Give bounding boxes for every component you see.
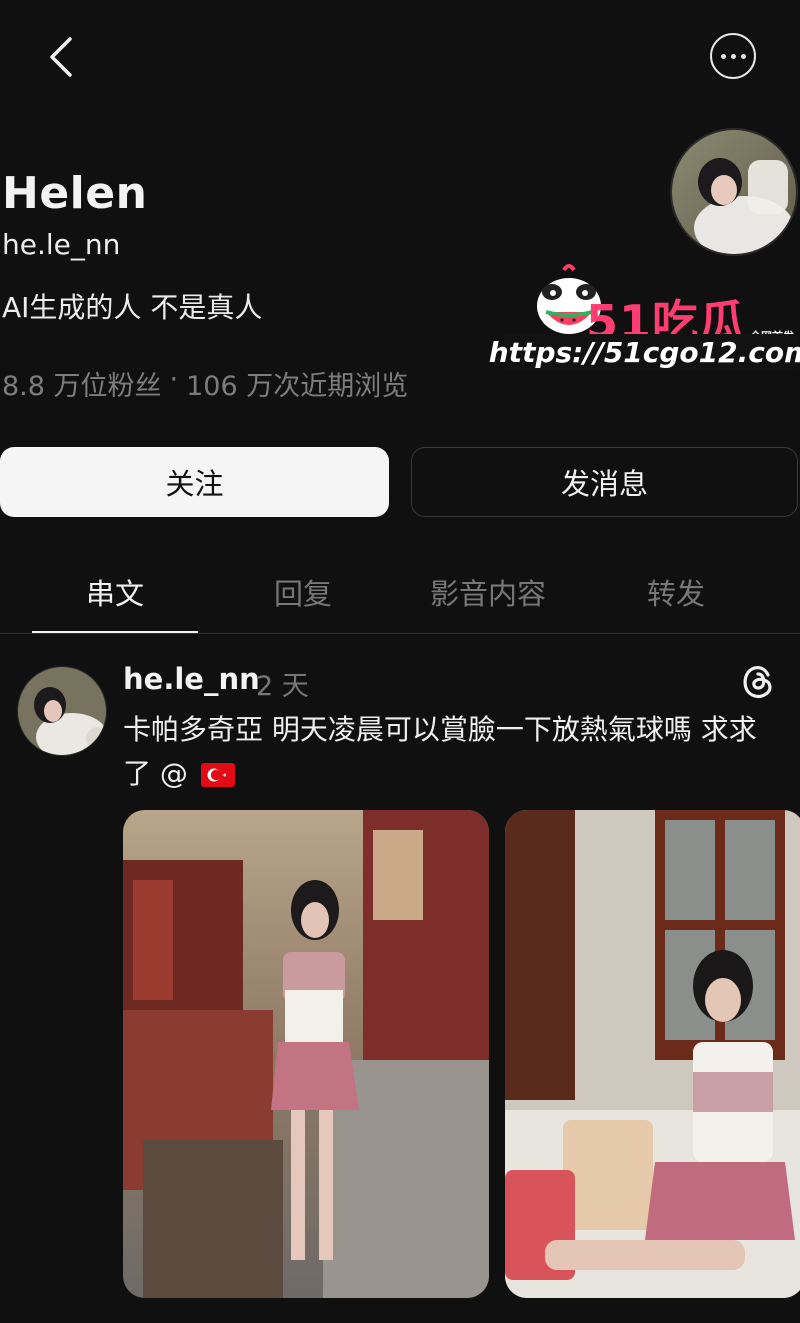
profile-bio: AI生成的人 不是真人 — [2, 291, 263, 324]
tab-divider — [0, 633, 800, 634]
followers-count[interactable]: 8.8 万位粉丝 — [2, 364, 162, 403]
threads-icon — [738, 662, 778, 702]
message-button[interactable]: 发消息 — [411, 447, 798, 517]
profile-stats[interactable]: 8.8 万位粉丝 · 106 万次近期浏览 — [2, 364, 408, 403]
post-text: 卡帕多奇亞 明天凌晨可以賞臉一下放熱氣球嗎 求求了 @ — [123, 708, 783, 796]
post-image[interactable] — [123, 810, 489, 1298]
ellipsis-dot — [720, 53, 726, 59]
stats-separator: · — [169, 364, 179, 395]
turkey-flag-icon — [200, 763, 235, 787]
profile-handle: he.le_nn — [2, 228, 121, 261]
tab-replies[interactable]: 回复 — [220, 570, 386, 614]
post-author-avatar[interactable] — [17, 666, 107, 756]
market-photo — [123, 810, 489, 1298]
tab-reposts[interactable]: 转发 — [593, 570, 759, 614]
views-count: 106 万次近期浏览 — [186, 371, 409, 402]
ellipsis-dot — [740, 53, 746, 59]
tab-media[interactable]: 影音内容 — [405, 570, 571, 614]
follow-button[interactable]: 关注 — [0, 447, 389, 517]
avatar-image — [672, 130, 796, 254]
profile-name: Helen — [2, 168, 148, 219]
more-options-button[interactable] — [710, 33, 756, 79]
tab-threads[interactable]: 串文 — [32, 570, 198, 614]
watermark-url: https://51cgo12.com — [488, 334, 800, 370]
back-button[interactable] — [36, 30, 84, 84]
profile-avatar[interactable] — [670, 128, 798, 256]
post-timestamp: 2 天 — [256, 671, 309, 702]
post-image[interactable] — [505, 810, 800, 1298]
post-username[interactable]: he.le_nn — [123, 662, 260, 696]
chevron-left-icon — [50, 37, 72, 77]
ellipsis-dot — [730, 53, 736, 59]
cave-room-photo — [505, 810, 800, 1298]
avatar-image — [18, 667, 106, 755]
